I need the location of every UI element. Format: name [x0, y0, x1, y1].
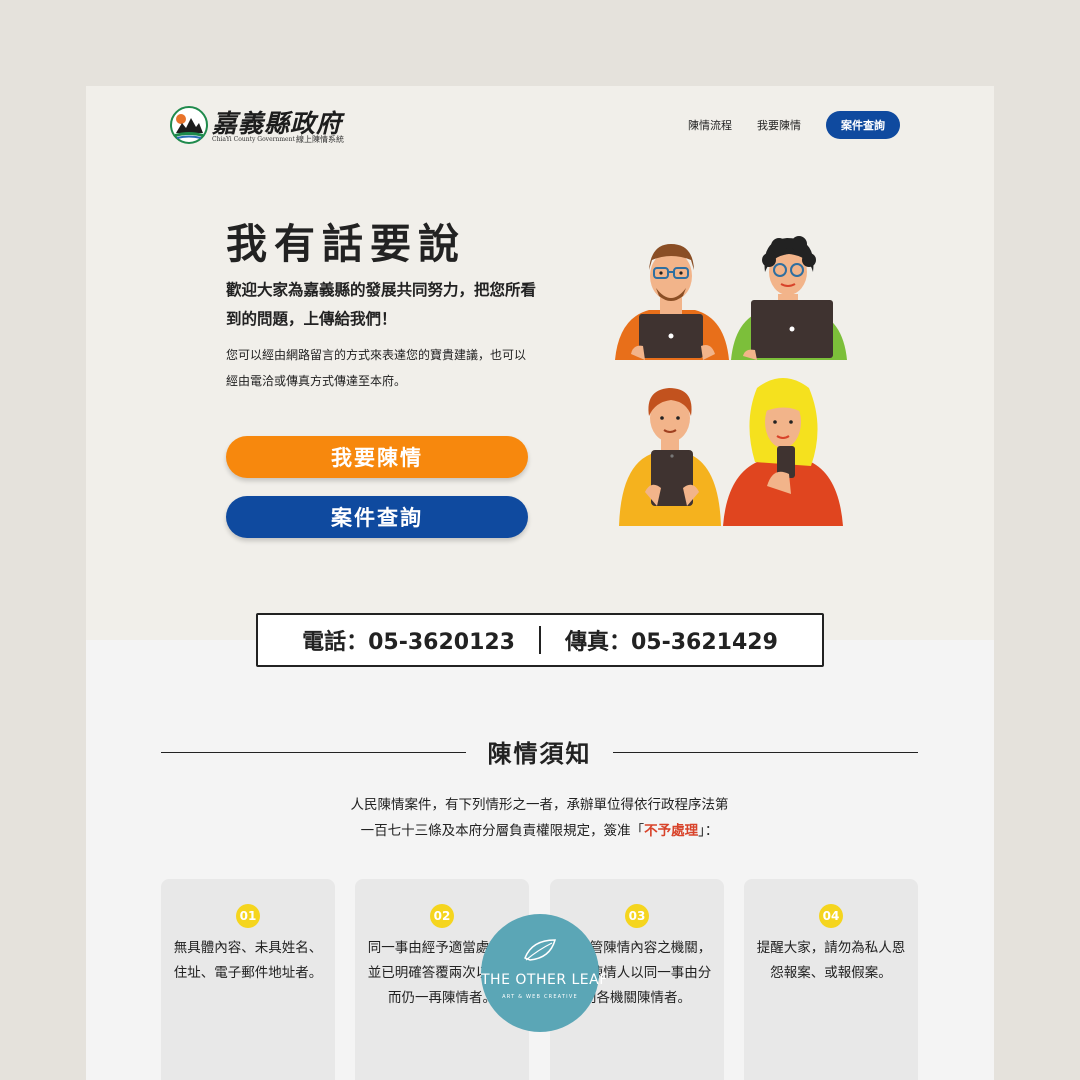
card-number-badge: 04 — [819, 904, 843, 928]
card-text: 無具體內容、未具姓名、住址、電子郵件地址者。 — [173, 940, 323, 981]
site-logo[interactable]: 嘉義縣政府 ChiaYi County Government 線上陳情系統 — [170, 104, 360, 148]
notice-highlight: 不予處理 — [644, 823, 699, 839]
nav-link-process[interactable]: 陳情流程 — [688, 117, 732, 133]
card-text: 提醒大家，請勿為私人恩怨報案、或報假案。 — [756, 940, 906, 981]
notice-intro: 人民陳情案件，有下列情形之一者，承辦單位得依行政程序法第 一百七十三條及本府分層… — [161, 792, 918, 844]
contact-bar: 電話：05-3620123 傳真：05-3621429 — [256, 613, 824, 667]
notice-card: 04 提醒大家，請勿為私人恩怨報案、或報假案。 — [744, 879, 918, 1080]
case-query-button[interactable]: 案件查詢 — [226, 496, 528, 538]
notice-intro-line-3: 」： — [698, 823, 719, 839]
fax-number: 傳真：05-3621429 — [565, 630, 778, 655]
hero-title: 我有話要說 — [226, 220, 466, 268]
nav-case-query-button[interactable]: 案件查詢 — [826, 111, 900, 139]
watermark-subtitle: ART & WEB CREATIVE — [502, 994, 578, 1000]
hero-lead: 歡迎大家為嘉義縣的發展共同努力，把您所看到的問題，上傳給我們！ — [226, 281, 537, 328]
nav-link-petition[interactable]: 我要陳情 — [757, 117, 801, 133]
heading-line-right — [613, 752, 918, 753]
illustration-person-2 — [731, 236, 847, 360]
notice-intro-line-2: 一百七十三條及本府分層負責權限規定，簽准「 — [360, 823, 645, 839]
phone-number[interactable]: 電話：05-3620123 — [302, 624, 515, 656]
people-with-devices-illustration — [615, 236, 847, 526]
logo-subtitle-zh: 線上陳情系統 — [296, 135, 344, 144]
top-nav: 陳情流程 我要陳情 案件查詢 — [688, 111, 900, 139]
county-emblem-icon — [170, 106, 208, 144]
watermark-name: THE OTHER LEAF — [481, 972, 608, 988]
leaf-icon — [524, 939, 556, 961]
illustration-person-3 — [619, 388, 721, 526]
card-number-badge: 01 — [236, 904, 260, 928]
notice-card: 01 無具體內容、未具姓名、住址、電子郵件地址者。 — [161, 879, 335, 1080]
hero-section: 嘉義縣政府 ChiaYi County Government 線上陳情系統 陳情… — [86, 86, 994, 640]
logo-subtitle-en: ChiaYi County Government — [212, 136, 295, 143]
illustration-person-4 — [723, 378, 843, 526]
notice-heading: 陳情須知 — [161, 734, 918, 770]
illustration-person-1 — [615, 244, 729, 360]
petition-button[interactable]: 我要陳情 — [226, 436, 528, 478]
notice-intro-line-1: 人民陳情案件，有下列情形之一者，承辦單位得依行政程序法第 — [350, 797, 729, 813]
contact-divider — [539, 626, 541, 654]
watermark-badge: THE OTHER LEAF ART & WEB CREATIVE — [481, 914, 608, 1032]
card-number-badge: 03 — [625, 904, 649, 928]
card-number-badge: 02 — [430, 904, 454, 928]
hero-description: 您可以經由網路留言的方式來表達您的寶貴建議，也可以經由電洽或傳真方式傳達至本府。 — [226, 348, 527, 388]
